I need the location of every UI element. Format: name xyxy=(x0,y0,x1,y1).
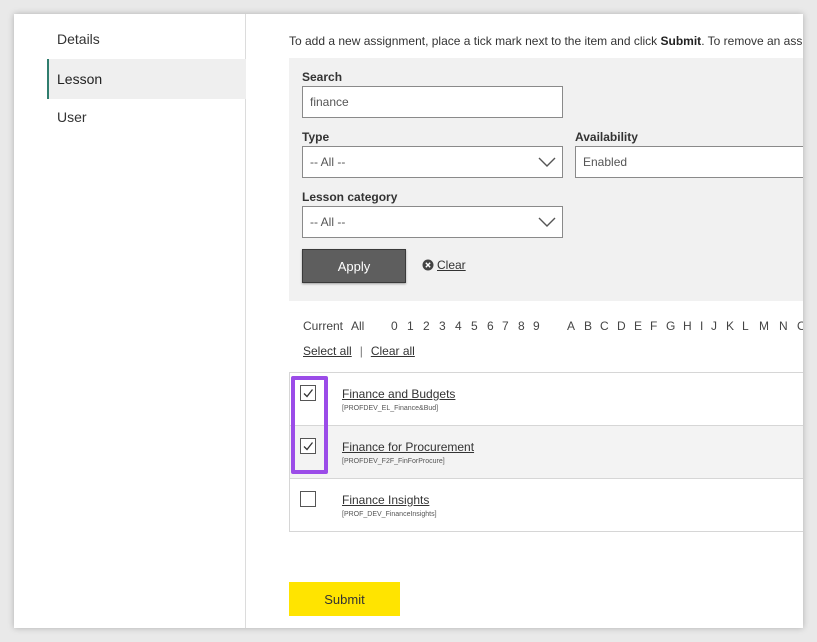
type-select-value: -- All -- xyxy=(310,155,346,169)
clear-all-link[interactable]: Clear all xyxy=(371,344,415,358)
checkmark-icon xyxy=(303,442,314,451)
category-label: Lesson category xyxy=(302,190,398,204)
sidebar-item-details[interactable]: Details xyxy=(47,19,246,59)
sidebar-item-user[interactable]: User xyxy=(47,97,246,137)
alpha-letter[interactable]: M xyxy=(759,319,769,333)
alpha-digit[interactable]: 1 xyxy=(407,319,414,333)
alpha-digit[interactable]: 3 xyxy=(439,319,446,333)
alpha-letter[interactable]: A xyxy=(567,319,575,333)
search-label: Search xyxy=(302,70,343,84)
alpha-current[interactable]: Current xyxy=(303,319,343,333)
lesson-title-link[interactable]: Finance Insights xyxy=(342,493,429,507)
type-select[interactable]: -- All -- xyxy=(302,146,563,178)
alpha-letter[interactable]: C xyxy=(600,319,609,333)
lesson-code: [PROF_DEV_FinanceInsights] xyxy=(342,511,437,518)
alpha-digit[interactable]: 5 xyxy=(471,319,478,333)
lesson-list: Finance and Budgets [PROFDEV_EL_Finance&… xyxy=(289,372,803,532)
select-all-link[interactable]: Select all xyxy=(303,344,352,358)
availability-select[interactable]: Enabled xyxy=(575,146,803,178)
chevron-down-icon xyxy=(538,157,556,167)
alpha-letter[interactable]: K xyxy=(726,319,734,333)
alpha-digit[interactable]: 8 xyxy=(518,319,525,333)
sidebar: Details Lesson User xyxy=(14,14,246,628)
checkmark-icon xyxy=(303,389,314,398)
lesson-checkbox[interactable] xyxy=(300,491,316,507)
alpha-digit[interactable]: 9 xyxy=(533,319,540,333)
alpha-letter[interactable]: O xyxy=(797,319,803,333)
lesson-checkbox[interactable] xyxy=(300,385,316,401)
alpha-letter[interactable]: J xyxy=(711,319,717,333)
clear-circle-icon xyxy=(422,259,434,271)
lesson-title-link[interactable]: Finance for Procurement xyxy=(342,440,474,454)
alpha-digit[interactable]: 2 xyxy=(423,319,430,333)
alpha-digit[interactable]: 7 xyxy=(502,319,509,333)
apply-button[interactable]: Apply xyxy=(302,249,406,283)
alpha-letter[interactable]: B xyxy=(584,319,592,333)
lesson-row: Finance Insights [PROF_DEV_FinanceInsigh… xyxy=(289,479,803,532)
submit-button[interactable]: Submit xyxy=(289,582,400,616)
lesson-title-link[interactable]: Finance and Budgets xyxy=(342,387,455,401)
type-label: Type xyxy=(302,130,330,144)
alpha-letter[interactable]: F xyxy=(650,319,657,333)
alpha-letter[interactable]: D xyxy=(617,319,626,333)
separator: | xyxy=(359,344,363,358)
lesson-checkbox[interactable] xyxy=(300,438,316,454)
clear-filters-label: Clear xyxy=(437,258,466,272)
lesson-row: Finance for Procurement [PROFDEV_F2F_Fin… xyxy=(289,426,803,479)
instructions-part: To add a new assignment, place a tick ma… xyxy=(289,34,661,48)
instructions-bold: Submit xyxy=(660,34,702,48)
alpha-digit[interactable]: 4 xyxy=(455,319,462,333)
availability-label: Availability xyxy=(575,130,638,144)
instructions-part: . To remove an assignme xyxy=(701,34,803,48)
filter-panel: Search finance Type -- All -- Availabili… xyxy=(289,58,803,301)
app-window: Details Lesson User To add a new assignm… xyxy=(14,14,803,628)
alpha-all[interactable]: All xyxy=(351,319,364,333)
alpha-letter[interactable]: H xyxy=(683,319,692,333)
alpha-digit[interactable]: 6 xyxy=(487,319,494,333)
instructions-text: To add a new assignment, place a tick ma… xyxy=(289,34,803,48)
availability-select-value: Enabled xyxy=(583,155,628,169)
alpha-letter[interactable]: E xyxy=(634,319,642,333)
alpha-letter[interactable]: N xyxy=(779,319,788,333)
chevron-down-icon xyxy=(538,217,556,227)
lesson-row: Finance and Budgets [PROFDEV_EL_Finance&… xyxy=(289,373,803,426)
sidebar-item-lesson[interactable]: Lesson xyxy=(47,59,246,99)
alpha-digit[interactable]: 0 xyxy=(391,319,398,333)
category-select[interactable]: -- All -- xyxy=(302,206,563,238)
lesson-code: [PROFDEV_F2F_FinForProcure] xyxy=(342,458,445,465)
alpha-letter[interactable]: I xyxy=(700,319,703,333)
category-select-value: -- All -- xyxy=(310,215,346,229)
alpha-letter[interactable]: L xyxy=(742,319,749,333)
clear-filters-link[interactable]: Clear xyxy=(422,258,466,272)
lesson-code: [PROFDEV_EL_Finance&Bud] xyxy=(342,405,439,412)
main-content: To add a new assignment, place a tick ma… xyxy=(247,14,803,628)
search-input[interactable]: finance xyxy=(302,86,563,118)
selection-links: Select all | Clear all xyxy=(303,344,415,358)
alpha-letter[interactable]: G xyxy=(666,319,675,333)
